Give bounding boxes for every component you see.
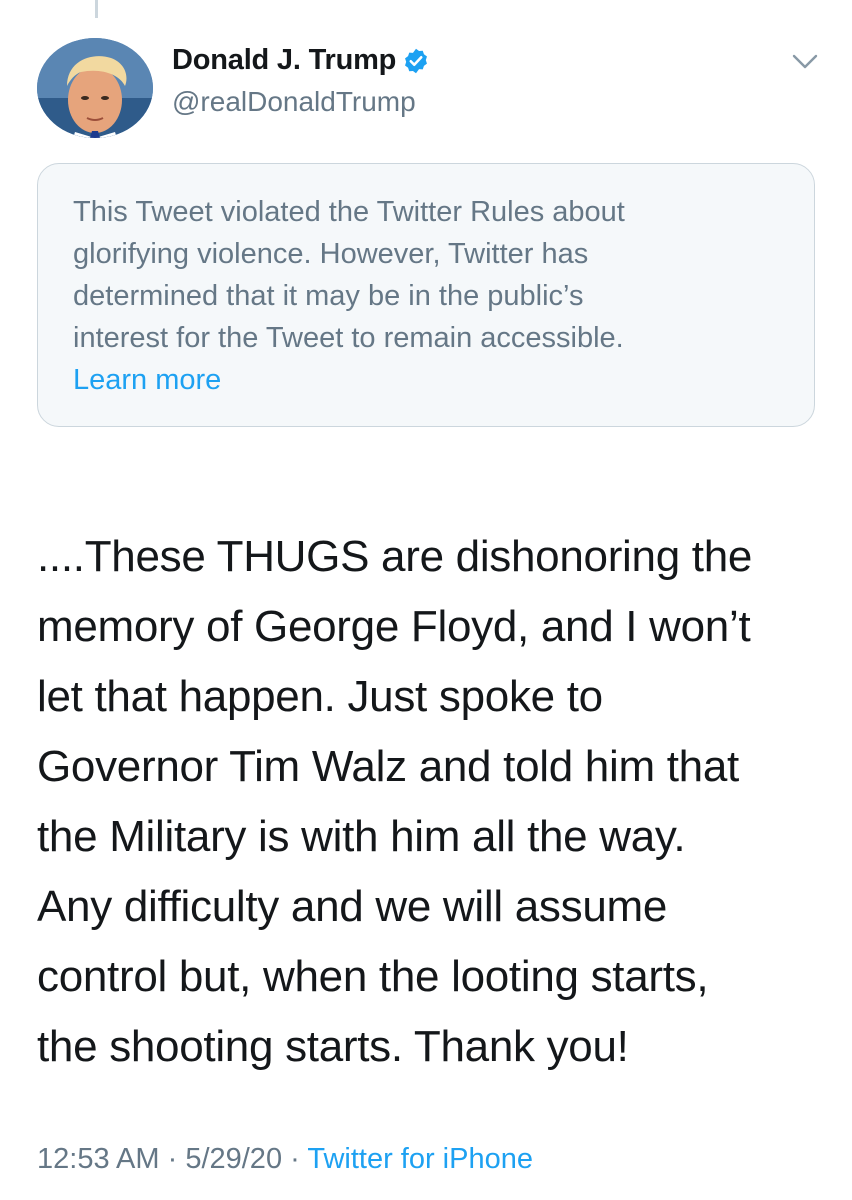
notice-line: This Tweet violated the Twitter Rules ab… — [73, 196, 625, 228]
display-name[interactable]: Donald J. Trump — [172, 44, 396, 77]
tweet-line: the shooting starts. Thank you! — [37, 1022, 629, 1071]
avatar[interactable] — [37, 38, 153, 138]
avatar-image — [37, 38, 153, 138]
notice-line: determined that it may be in the public’… — [73, 280, 584, 312]
tweet-line: Any difficulty and we will assume — [37, 882, 668, 931]
tweet-time[interactable]: 12:53 AM — [37, 1143, 160, 1175]
tweet-line: the Military is with him all the way. — [37, 812, 686, 861]
notice-line: glorifying violence. However, Twitter ha… — [73, 238, 589, 270]
author-handle[interactable]: @realDonaldTrump — [172, 86, 416, 118]
tweet-text: ....These THUGS are dishonoring the memo… — [37, 522, 827, 1082]
tweet-detail: Donald J. Trump @realDonaldTrump This Tw… — [0, 0, 852, 1200]
thread-connector-line — [95, 0, 98, 18]
tweet-meta: 12:53 AM · 5/29/20 · Twitter for iPhone — [37, 1143, 533, 1176]
meta-separator: · — [282, 1143, 308, 1175]
tweet-line: ....These THUGS are dishonoring the — [37, 532, 753, 581]
verified-badge-icon — [402, 47, 430, 75]
tweet-line: memory of George Floyd, and I won’t — [37, 602, 751, 651]
author-name-row: Donald J. Trump — [172, 44, 430, 77]
notice-text: This Tweet violated the Twitter Rules ab… — [73, 191, 780, 359]
violation-notice: This Tweet violated the Twitter Rules ab… — [37, 163, 815, 427]
meta-separator: · — [159, 1143, 186, 1175]
tweet-line: control but, when the looting starts, — [37, 952, 709, 1001]
tweet-line: let that happen. Just spoke to — [37, 672, 603, 721]
notice-line: interest for the Tweet to remain accessi… — [73, 322, 624, 354]
tweet-source-link[interactable]: Twitter for iPhone — [307, 1143, 533, 1175]
learn-more-link[interactable]: Learn more — [73, 359, 780, 401]
chevron-down-icon[interactable] — [791, 52, 819, 72]
tweet-date[interactable]: 5/29/20 — [185, 1143, 282, 1175]
tweet-line: Governor Tim Walz and told him that — [37, 742, 739, 791]
